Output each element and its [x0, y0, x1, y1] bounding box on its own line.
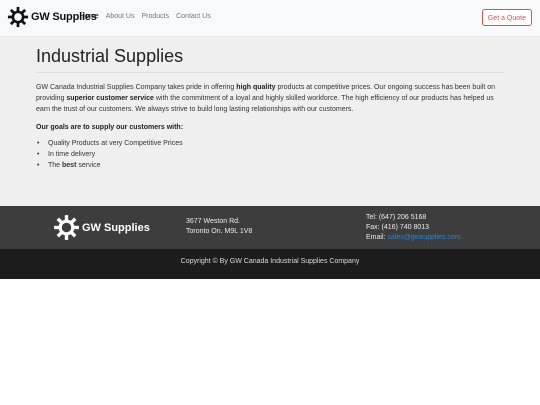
get-quote-button[interactable]: Get a Quote [481, 9, 532, 26]
phone-text: Tel: (647) 206 5168 [366, 214, 427, 221]
main-nav: Home About Us Products Contact Us [80, 13, 211, 20]
intro-text-1: GW Canada Industrial Supplies Company ta… [36, 84, 237, 91]
nav-contact-link[interactable]: Contact Us [176, 13, 211, 20]
copyright-text: Copyright © By GW Canada Industrial Supp… [180, 258, 360, 265]
intro-paragraph: GW Canada Industrial Supplies Company ta… [36, 82, 504, 115]
navbar: GW Supplies Home About Us Products Conta… [0, 0, 540, 37]
address-line: Toronto On. M9L 1V8 [186, 228, 253, 235]
footer-contact: Tel: (647) 206 5168 Fax: (416) 740 8013 … [366, 213, 461, 243]
footer-address: 3677 Weston Rd. Toronto On. M9L 1V8 [186, 217, 252, 237]
intro-bold-2: superior customer service [66, 95, 154, 102]
list-item: In time delivery [37, 149, 504, 160]
footer-brand-text: GW Supplies [82, 221, 150, 234]
nav-home-link[interactable]: Home [80, 13, 99, 20]
footer-logo: GW Supplies [53, 214, 150, 241]
nav-about-link[interactable]: About Us [106, 13, 135, 20]
gear-icon [7, 6, 29, 28]
email-label: Email: [366, 234, 388, 241]
email-row: Email: sales@gwsupplies.com [366, 233, 461, 243]
page-title: Industrial Supplies [36, 46, 504, 73]
goals-heading: Our goals are to supply our customers wi… [36, 124, 184, 131]
copyright-bar: Copyright © By GW Canada Industrial Supp… [0, 249, 540, 279]
nav-products-link[interactable]: Products [141, 13, 169, 20]
list-item-text: The [48, 162, 63, 169]
gear-icon [54, 215, 79, 240]
list-item: Quality Products at very Competitive Pri… [37, 138, 504, 149]
address-line: 3677 Weston Rd. [186, 218, 240, 225]
email-link[interactable]: sales@gwsupplies.com [387, 234, 460, 241]
list-item: The best service [37, 160, 504, 171]
goals-list: Quality Products at very Competitive Pri… [36, 138, 504, 171]
footer: GW Supplies 3677 Weston Rd. Toronto On. … [0, 206, 540, 249]
intro-bold-1: high quality [236, 84, 276, 91]
list-item-bold: best [62, 162, 77, 169]
main-content: Industrial Supplies GW Canada Industrial… [0, 37, 540, 206]
fax-text: Fax: (416) 740 8013 [366, 224, 430, 231]
list-item-text: service [76, 162, 101, 169]
